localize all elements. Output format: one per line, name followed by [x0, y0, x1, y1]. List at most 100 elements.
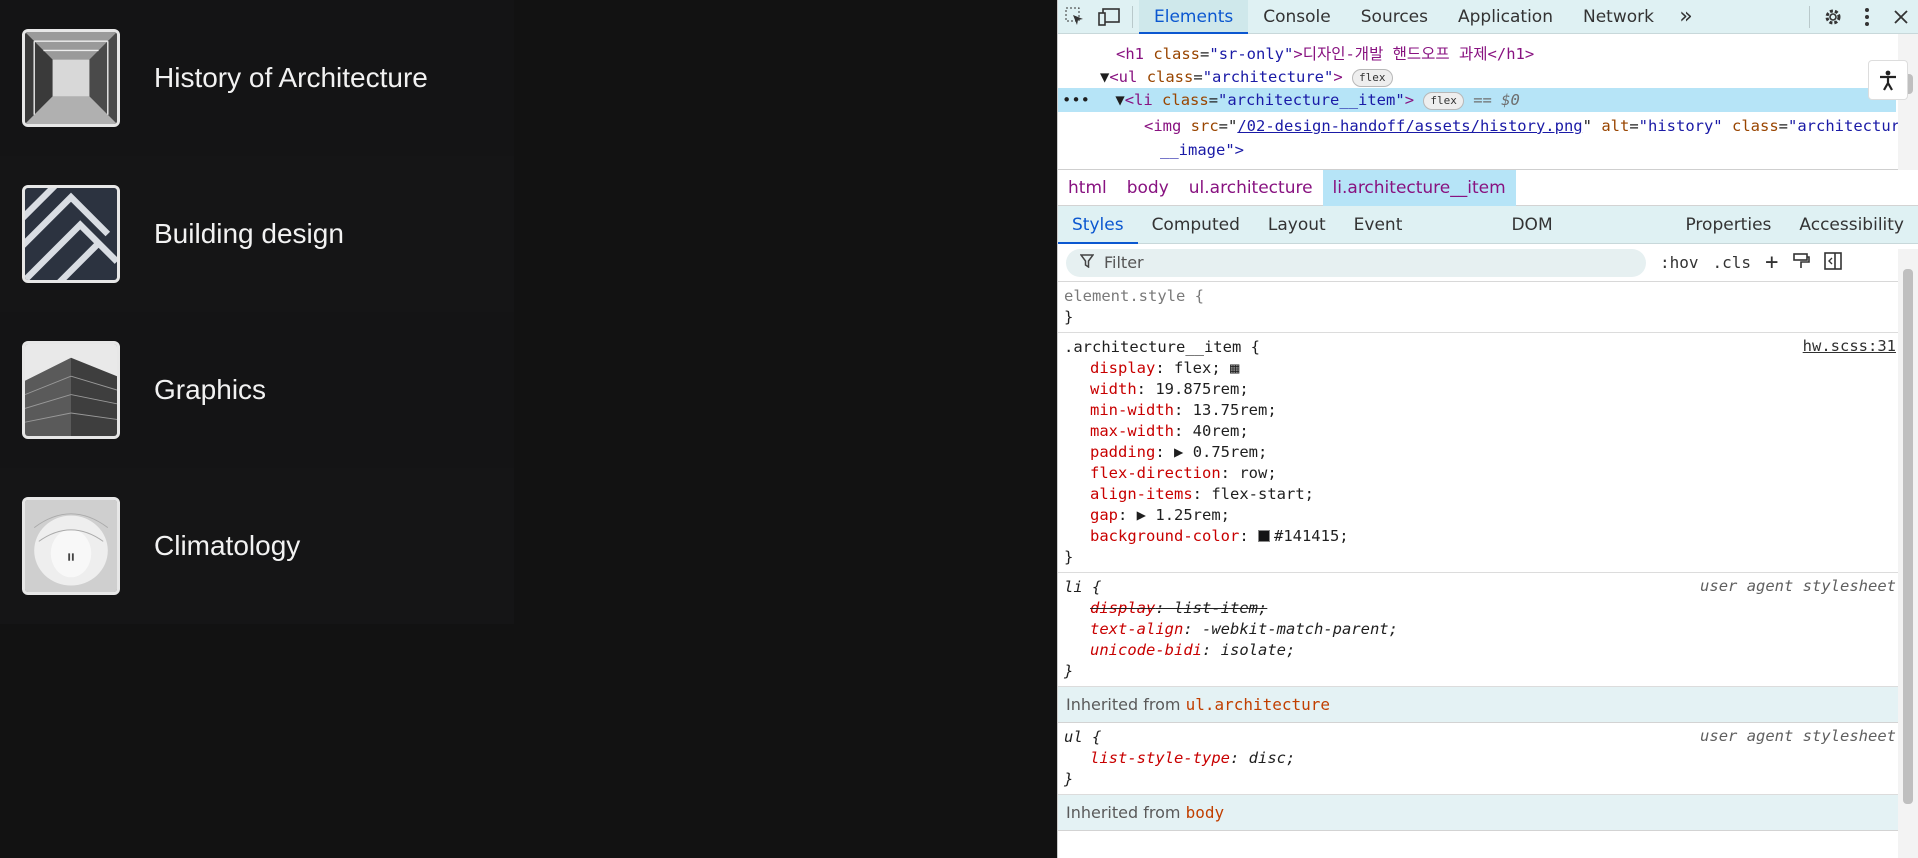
- attr-value: "architecture: [1788, 117, 1910, 135]
- css-declaration[interactable]: max-width: 40rem;: [1064, 421, 1918, 442]
- color-swatch[interactable]: [1257, 530, 1270, 542]
- flexbox-editor-icon[interactable]: ▦: [1230, 359, 1239, 377]
- dom-tree: <h1 class="sr-only">디자인-개발 핸드오프 과제</h1> …: [1058, 34, 1918, 170]
- tab-dom-breakpoints[interactable]: DOM Breakpoints: [1497, 206, 1671, 273]
- settings-gear-icon[interactable]: [1816, 0, 1850, 34]
- inspect-element-icon[interactable]: [1058, 0, 1092, 34]
- css-declaration-overridden: display: list-item;: [1090, 599, 1268, 617]
- flex-badge[interactable]: flex: [1352, 68, 1393, 87]
- attr-name: class: [1732, 117, 1779, 135]
- tab-event-listeners[interactable]: Event Listeners: [1340, 206, 1498, 273]
- inherited-ref[interactable]: body: [1186, 803, 1225, 822]
- rule-source: user agent stylesheet: [1700, 727, 1896, 745]
- css-rule-ul-ua[interactable]: ul { user agent stylesheet list-style-ty…: [1058, 723, 1918, 795]
- tab-properties[interactable]: Properties: [1671, 206, 1785, 244]
- architecture-item[interactable]: Climatology: [0, 468, 514, 624]
- hover-state-button[interactable]: :hov: [1660, 253, 1699, 272]
- dom-scrollbar[interactable]: [1898, 34, 1918, 170]
- attr-name: src: [1190, 117, 1219, 135]
- css-declaration[interactable]: flex-direction: row;: [1064, 463, 1918, 484]
- css-declaration[interactable]: display: flex; ▦: [1064, 358, 1918, 379]
- filter-icon: [1079, 253, 1095, 272]
- expand-triangle-icon[interactable]: ▼: [1100, 68, 1109, 86]
- dom-node-img-wrap: __image">: [1058, 138, 1896, 162]
- css-rule-li-ua[interactable]: li { user agent stylesheet display: list…: [1058, 573, 1918, 687]
- tab-elements[interactable]: Elements: [1139, 0, 1249, 34]
- attr-value: "architecture": [1202, 68, 1334, 86]
- css-declaration[interactable]: min-width: 13.75rem;: [1064, 400, 1918, 421]
- flex-badge[interactable]: flex: [1423, 91, 1464, 110]
- expand-triangle-icon[interactable]: ▶: [1174, 443, 1183, 461]
- device-toolbar-icon[interactable]: [1092, 0, 1126, 34]
- css-declaration[interactable]: width: 19.875rem;: [1064, 379, 1918, 400]
- climatology-thumbnail: [22, 497, 120, 595]
- inherited-label: Inherited from: [1066, 695, 1181, 714]
- accessibility-icon[interactable]: [1868, 60, 1908, 100]
- devtools-panel: Elements Console Sources Application Net…: [1057, 0, 1918, 858]
- css-declaration[interactable]: padding: ▶ 0.75rem;: [1064, 442, 1918, 463]
- rule-selector: .architecture__item {: [1064, 338, 1260, 356]
- attr-name: class: [1162, 91, 1209, 109]
- rule-source-link[interactable]: hw.scss:31: [1803, 337, 1896, 355]
- styles-subtabs: Styles Computed Layout Event Listeners D…: [1058, 206, 1918, 273]
- expand-triangle-icon[interactable]: ▶: [1137, 506, 1146, 524]
- css-declaration[interactable]: align-items: flex-start;: [1064, 484, 1918, 505]
- rule-close: }: [1064, 770, 1074, 788]
- architecture-item-title: Graphics: [154, 374, 267, 405]
- breadcrumb: html body ul.architecture li.architectur…: [1058, 169, 1918, 206]
- inherited-ref[interactable]: ul.architecture: [1186, 695, 1331, 714]
- rule-close: }: [1064, 308, 1074, 326]
- inherited-label: Inherited from: [1066, 803, 1181, 822]
- graphics-thumbnail: [22, 341, 120, 439]
- class-toggle-button[interactable]: .cls: [1713, 253, 1752, 272]
- tag-name: <li: [1124, 91, 1153, 109]
- close-icon[interactable]: [1884, 0, 1918, 34]
- toggle-sidebar-icon[interactable]: [1824, 251, 1843, 274]
- node-actions-icon[interactable]: •••: [1062, 91, 1090, 109]
- css-declaration[interactable]: background-color: #141415;: [1064, 526, 1918, 547]
- rule-source: user agent stylesheet: [1700, 577, 1896, 595]
- dom-node-ul[interactable]: ▼<ul class="architecture"> flex: [1058, 65, 1896, 89]
- styles-scrollbar[interactable]: [1898, 249, 1918, 858]
- rule-close: }: [1064, 662, 1074, 680]
- tab-styles[interactable]: Styles: [1058, 206, 1138, 244]
- dom-node-img[interactable]: <img src="/02-design-handoff/assets/hist…: [1058, 114, 1909, 138]
- breadcrumb-ul[interactable]: ul.architecture: [1179, 170, 1323, 206]
- attr-value: __image">: [1160, 141, 1244, 159]
- element-style-rule[interactable]: element.style { }: [1058, 282, 1918, 333]
- tab-network[interactable]: Network: [1568, 0, 1669, 34]
- toolbar-separator: [1132, 5, 1133, 28]
- architecture-item-title: Building design: [154, 218, 344, 249]
- css-declaration: list-style-type: disc;: [1090, 749, 1296, 767]
- css-declaration[interactable]: gap: ▶ 1.25rem;: [1064, 505, 1918, 526]
- tab-computed[interactable]: Computed: [1138, 206, 1254, 244]
- more-options-icon[interactable]: [1850, 0, 1884, 34]
- css-rule-architecture-item[interactable]: .architecture__item { hw.scss:31 display…: [1058, 333, 1918, 573]
- breadcrumb-html[interactable]: html: [1058, 170, 1117, 206]
- dom-node-li-selected[interactable]: ••• ▼<li class="architecture__item"> fle…: [1058, 88, 1896, 112]
- tab-accessibility[interactable]: Accessibility: [1785, 206, 1918, 244]
- tab-application[interactable]: Application: [1443, 0, 1568, 34]
- tab-sources[interactable]: Sources: [1346, 0, 1443, 34]
- architecture-item[interactable]: Graphics: [0, 312, 514, 468]
- new-rule-icon[interactable]: +: [1765, 250, 1778, 275]
- architecture-item[interactable]: History of Architecture: [0, 0, 514, 156]
- filter-input[interactable]: Filter: [1066, 248, 1646, 277]
- tab-layout[interactable]: Layout: [1254, 206, 1340, 244]
- paint-format-icon[interactable]: [1792, 252, 1811, 274]
- node-text: >디자인-개발 핸드오프 과제</h1>: [1293, 45, 1535, 63]
- tag-name: <img: [1144, 117, 1182, 135]
- breadcrumb-body[interactable]: body: [1117, 170, 1179, 206]
- dom-node-h1[interactable]: <h1 class="sr-only">디자인-개발 핸드오프 과제</h1>: [1058, 42, 1896, 66]
- page-viewport: History of Architecture Building design: [0, 0, 1057, 858]
- breadcrumb-li[interactable]: li.architecture__item: [1322, 169, 1516, 206]
- css-declaration: text-align: -webkit-match-parent;: [1090, 620, 1398, 638]
- building-thumbnail: [22, 185, 120, 283]
- expand-triangle-icon[interactable]: ▼: [1115, 91, 1124, 109]
- attr-value: "sr-only": [1209, 45, 1294, 63]
- tab-console[interactable]: Console: [1248, 0, 1346, 34]
- architecture-item[interactable]: Building design: [0, 156, 514, 312]
- filter-placeholder: Filter: [1104, 253, 1144, 272]
- img-src-link[interactable]: /02-design-handoff/assets/history.png: [1237, 117, 1582, 135]
- more-tabs-icon[interactable]: »: [1669, 0, 1703, 34]
